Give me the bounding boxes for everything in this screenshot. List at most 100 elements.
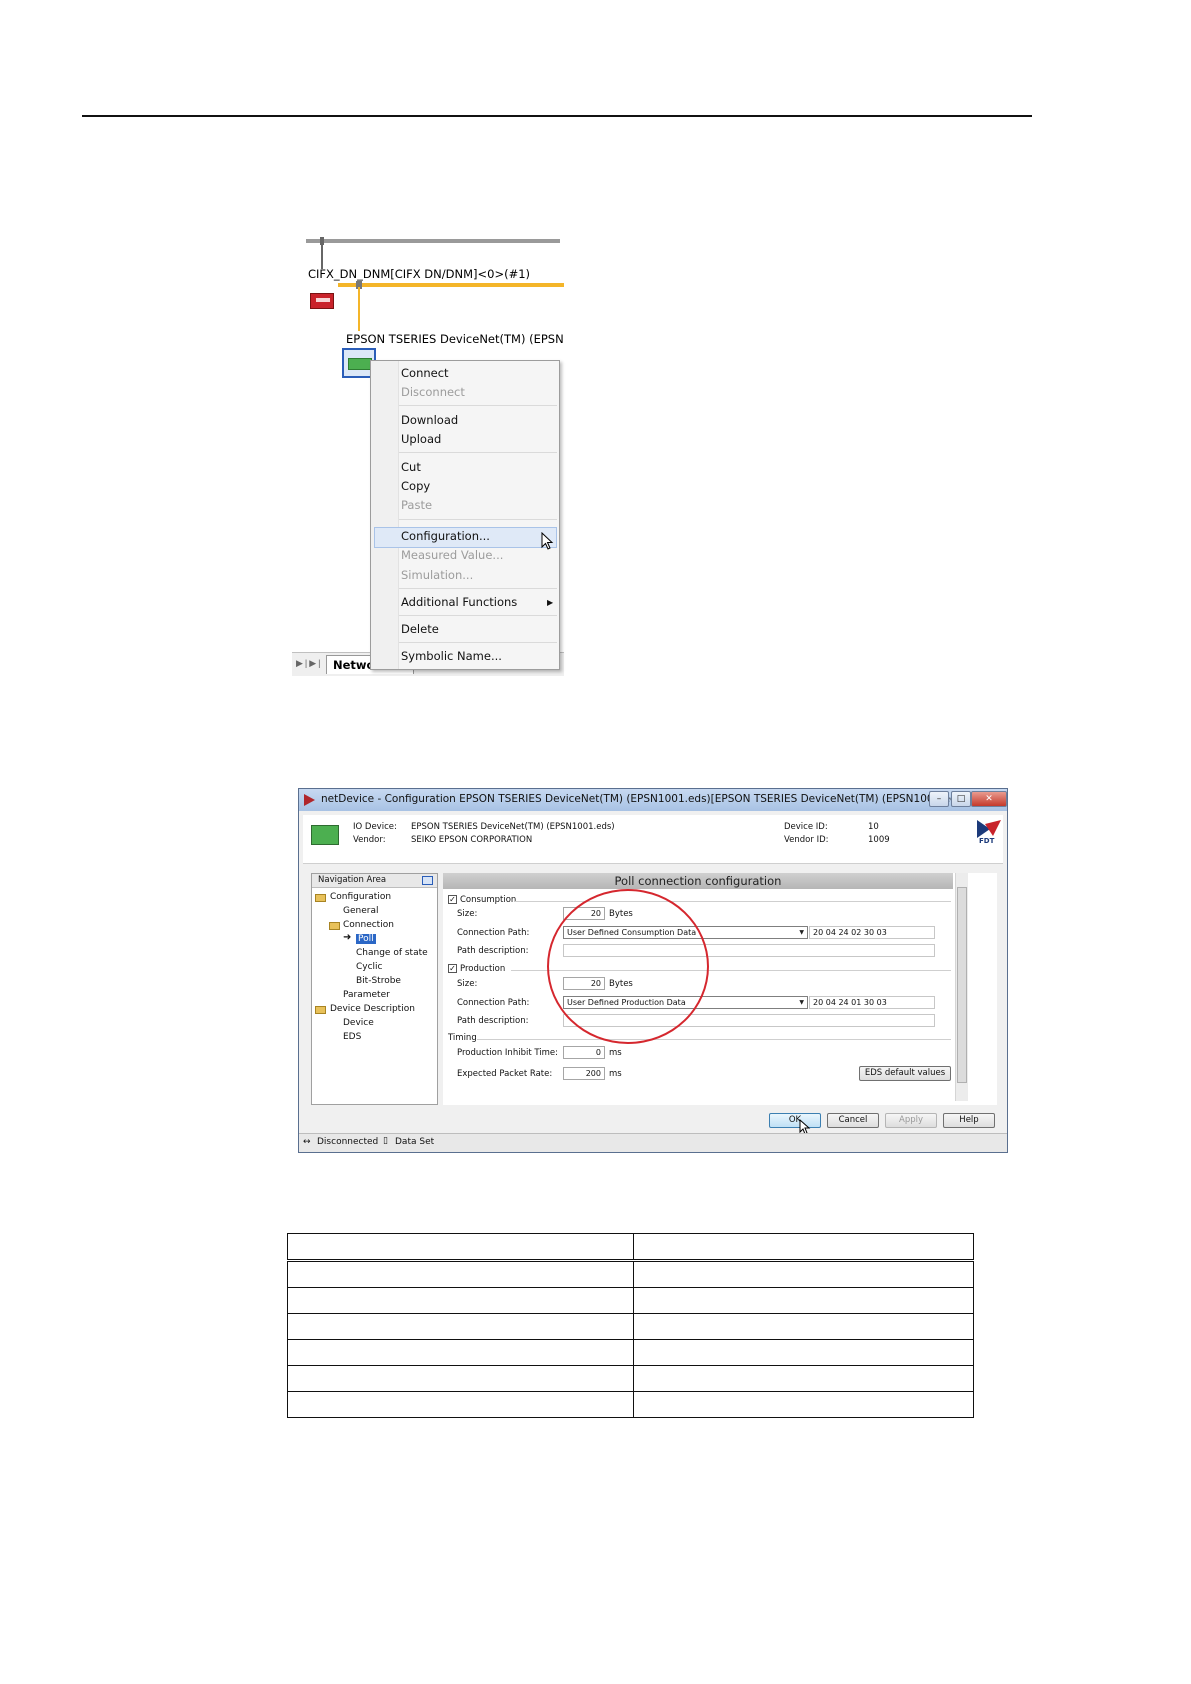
nav-item-general[interactable]: General: [343, 906, 378, 916]
poll-config-pane: Poll connection configuration ✓ Consumpt…: [443, 873, 997, 1105]
dialog-title: netDevice - Configuration EPSON TSERIES …: [321, 793, 995, 805]
table-row: [287, 1287, 974, 1314]
consumption-desc-label: Path description:: [457, 946, 529, 956]
ok-button[interactable]: OK: [769, 1113, 821, 1128]
nav-item-bit-strobe[interactable]: Bit-Strobe: [356, 976, 401, 986]
device-icon: [311, 825, 339, 845]
slave-drop-line: [358, 287, 360, 331]
page-header-rule: [82, 115, 1032, 117]
menu-separator: [399, 588, 557, 589]
nav-item-poll[interactable]: Poll: [356, 934, 376, 944]
group-divider: [477, 1039, 951, 1040]
table-cell: [287, 1365, 634, 1392]
slave-device-label[interactable]: EPSON TSERIES DeviceNet(TM) (EPSN100: [346, 332, 564, 346]
tab-network-label: Netwo: [333, 658, 375, 672]
help-button[interactable]: Help: [943, 1113, 995, 1128]
production-path-label: Connection Path:: [457, 998, 530, 1008]
production-checkbox[interactable]: ✓: [448, 964, 457, 973]
nav-item-connection[interactable]: Connection: [343, 920, 394, 930]
consumption-path-value[interactable]: 20 04 24 02 30 03: [809, 926, 935, 939]
mouse-pointer-icon: [541, 532, 554, 550]
consumption-path-label: Connection Path:: [457, 928, 530, 938]
nav-item-change-of-state[interactable]: Change of state: [356, 948, 428, 958]
menu-item-disconnect[interactable]: Disconnect: [401, 385, 465, 399]
menu-item-download[interactable]: Download: [401, 413, 458, 427]
devicenet-bus-line: [338, 283, 564, 287]
menu-item-copy[interactable]: Copy: [401, 479, 430, 493]
master-device-label[interactable]: CIFX_DN_DNM[CIFX DN/DNM]<0>(#1): [308, 267, 530, 281]
cancel-button[interactable]: Cancel: [827, 1113, 879, 1128]
menu-item-configuration[interactable]: Configuration...: [401, 529, 490, 543]
menu-item-cut[interactable]: Cut: [401, 460, 421, 474]
menu-separator: [399, 519, 557, 520]
device-id-value: 10: [868, 822, 879, 832]
consumption-checkbox[interactable]: ✓: [448, 895, 457, 904]
nav-item-device[interactable]: Device: [343, 1018, 374, 1028]
table-cell: [633, 1391, 974, 1418]
io-device-value: EPSON TSERIES DeviceNet(TM) (EPSN1001.ed…: [411, 822, 615, 832]
table-cell: [287, 1339, 634, 1366]
menu-item-measured-value[interactable]: Measured Value...: [401, 548, 503, 562]
dropdown-arrow-icon: ▼: [799, 999, 804, 1006]
navigation-header: Navigation Area: [312, 874, 437, 888]
nav-item-device-description[interactable]: Device Description: [330, 1004, 415, 1014]
table-cell: [633, 1365, 974, 1392]
minimize-button[interactable]: –: [929, 791, 949, 807]
table-cell: [633, 1233, 974, 1262]
production-desc-label: Path description:: [457, 1016, 529, 1026]
table-row: [287, 1365, 974, 1392]
menu-item-additional-functions[interactable]: Additional Functions: [401, 595, 517, 609]
io-device-label: IO Device:: [353, 822, 397, 832]
eds-default-values-button[interactable]: EDS default values: [859, 1066, 951, 1081]
production-group-label: Production: [460, 964, 506, 974]
packet-rate-label: Expected Packet Rate:: [457, 1069, 553, 1079]
menu-separator: [399, 615, 557, 616]
vendor-value: SEIKO EPSON CORPORATION: [411, 835, 533, 845]
device-id-label: Device ID:: [784, 822, 828, 832]
navigation-area: Navigation Area Configuration General Co…: [311, 873, 438, 1105]
nav-item-cyclic[interactable]: Cyclic: [356, 962, 383, 972]
production-size-label: Size:: [457, 979, 478, 989]
pane-title: Poll connection configuration: [614, 874, 782, 888]
table-cell: [633, 1339, 974, 1366]
fdt-logo: FDT: [977, 820, 1001, 846]
dataset-status: Data Set: [395, 1137, 435, 1147]
inhibit-time-unit: ms: [609, 1048, 622, 1058]
menu-item-simulation[interactable]: Simulation...: [401, 568, 473, 582]
inhibit-time-input[interactable]: 0: [563, 1046, 605, 1059]
nav-item-parameter[interactable]: Parameter: [343, 990, 390, 1000]
menu-item-delete[interactable]: Delete: [401, 622, 439, 636]
table-row: [287, 1313, 974, 1340]
apply-button[interactable]: Apply: [885, 1113, 937, 1128]
context-menu: Connect Disconnect Download Upload Cut C…: [370, 360, 560, 670]
group-divider: [515, 901, 951, 902]
scrollbar-thumb[interactable]: [957, 887, 967, 1083]
tab-scroll-arrows-icon[interactable]: ▶|▶|: [296, 658, 323, 669]
master-card-icon[interactable]: [310, 293, 334, 309]
current-page-arrow-icon: ➜: [343, 932, 352, 943]
close-button[interactable]: ✕: [971, 791, 1007, 807]
menu-separator: [399, 642, 557, 643]
connection-status: Disconnected: [317, 1137, 379, 1147]
table-cell: [287, 1287, 634, 1314]
menu-item-connect[interactable]: Connect: [401, 366, 449, 380]
dataset-icon: ▯: [383, 1136, 388, 1146]
master-bus-line: [306, 239, 560, 243]
fdt-logo-icon: [977, 820, 1001, 838]
menu-item-paste[interactable]: Paste: [401, 498, 432, 512]
table-cell: [287, 1391, 634, 1418]
fdt-logo-text: FDT: [979, 837, 995, 845]
maximize-button[interactable]: □: [951, 791, 971, 807]
packet-rate-input[interactable]: 200: [563, 1067, 605, 1080]
navigation-toggle-button[interactable]: [422, 876, 433, 885]
table-row: [287, 1260, 974, 1288]
nav-item-configuration[interactable]: Configuration: [330, 892, 391, 902]
vendor-id-label: Vendor ID:: [784, 835, 829, 845]
table-cell: [287, 1260, 634, 1288]
nav-item-eds[interactable]: EDS: [343, 1032, 361, 1042]
menu-item-symbolic-name[interactable]: Symbolic Name...: [401, 649, 502, 663]
menu-item-upload[interactable]: Upload: [401, 432, 441, 446]
production-path-value[interactable]: 20 04 24 01 30 03: [809, 996, 935, 1009]
menu-separator: [399, 405, 557, 406]
pane-scrollbar[interactable]: [955, 873, 968, 1101]
